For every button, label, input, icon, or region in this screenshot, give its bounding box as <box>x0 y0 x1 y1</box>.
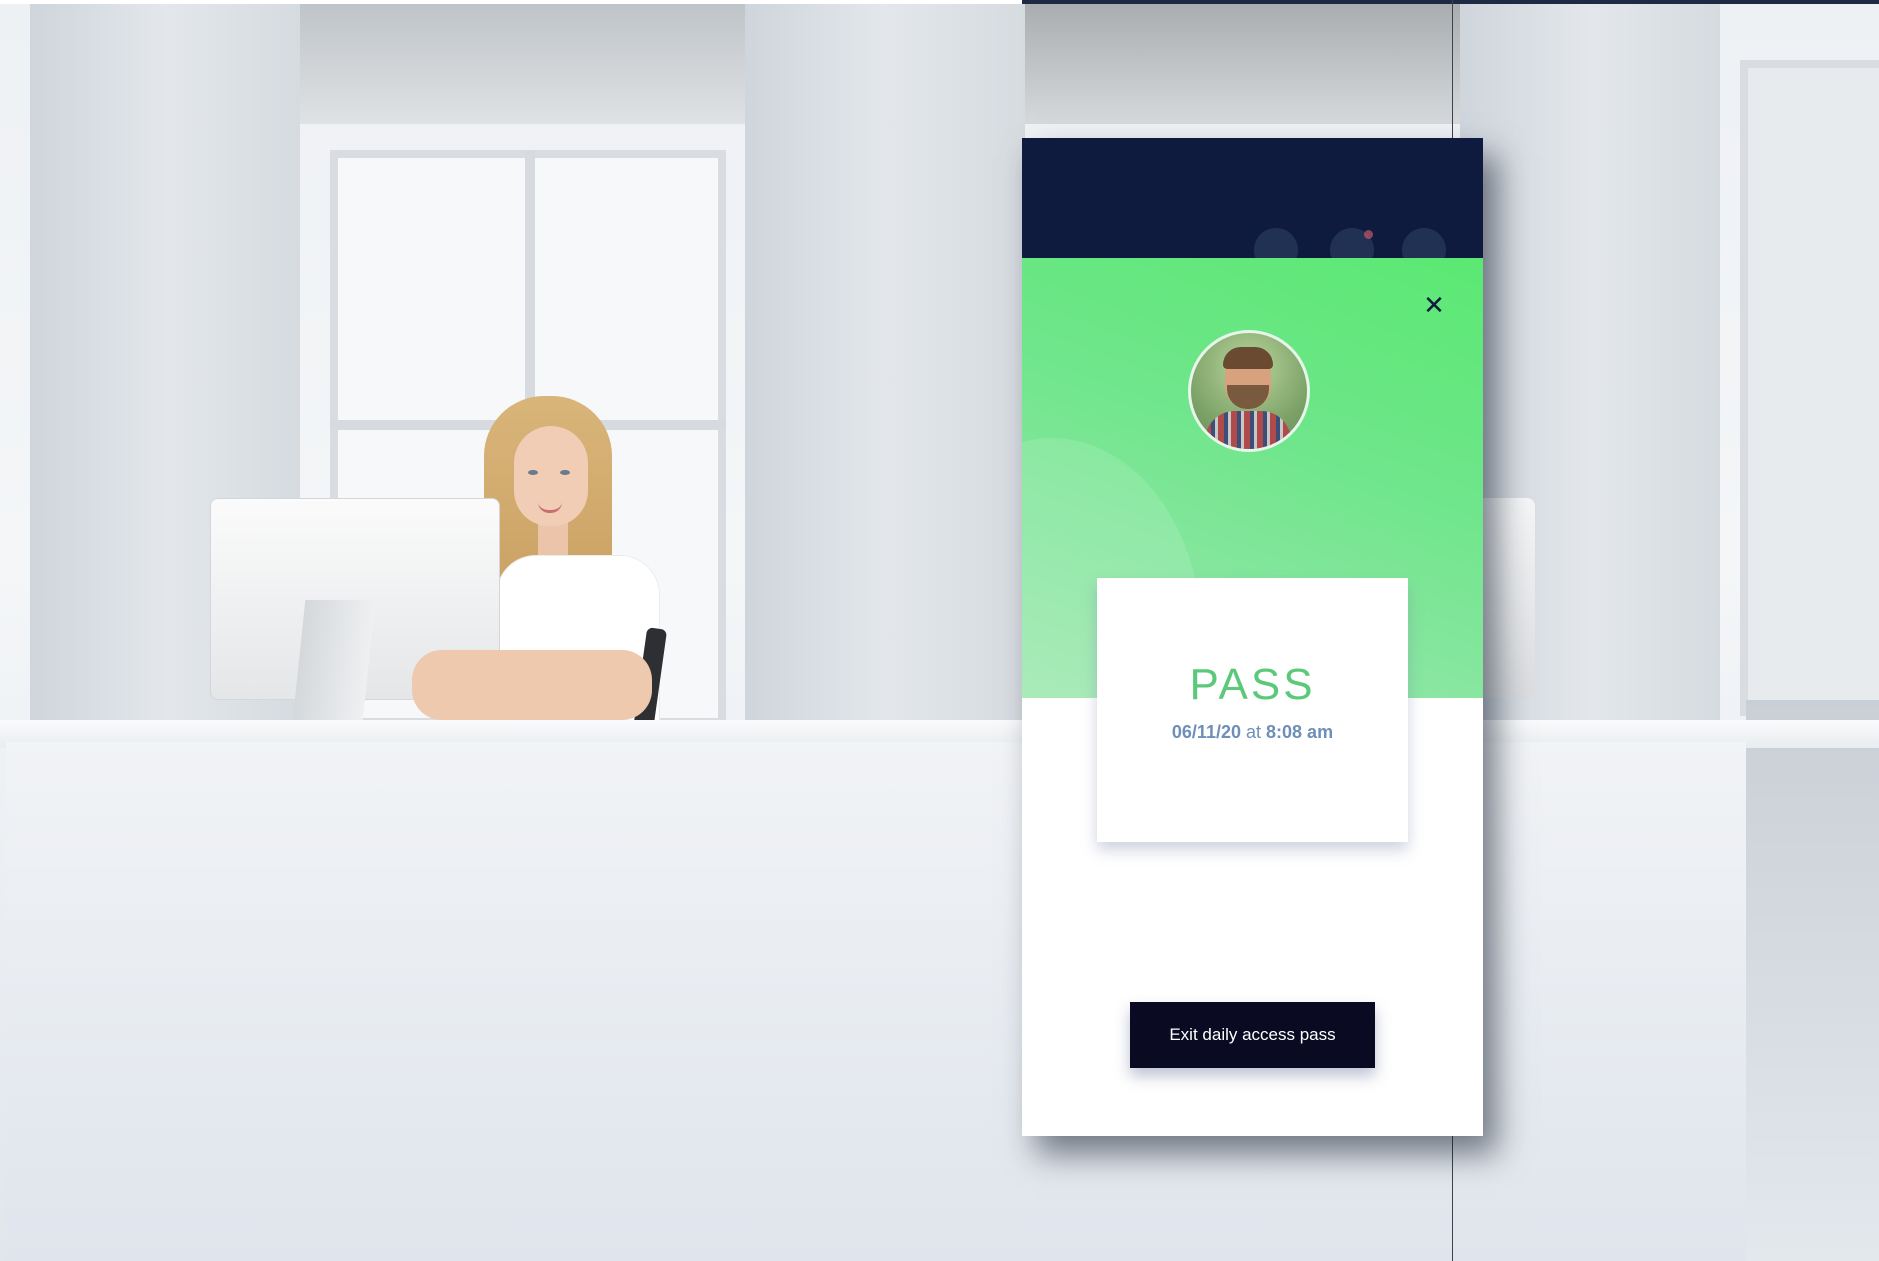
floor <box>1746 700 1879 1261</box>
access-pass-modal: ✕ PARKER LAWSON EQUITA COMPANY PASS 06/1… <box>1022 138 1483 1136</box>
close-icon[interactable]: ✕ <box>1420 291 1448 321</box>
monitor-right <box>1480 498 1535 698</box>
office-background <box>0 0 1879 1261</box>
pass-status: PASS <box>1189 660 1316 709</box>
receptionist-neck <box>538 520 568 560</box>
pillar <box>745 4 1025 744</box>
avatar-beard <box>1227 385 1269 409</box>
pass-date: 06/11/20 <box>1171 722 1241 742</box>
avatar <box>1188 330 1310 452</box>
pass-card: PASS 06/11/20 at 8:08 am <box>1097 578 1408 842</box>
ceiling <box>300 4 745 124</box>
receptionist-arms <box>412 650 652 720</box>
pass-time: 8:08 am <box>1266 722 1334 742</box>
receptionist-eye <box>528 470 538 475</box>
modal-header <box>1022 138 1483 272</box>
receptionist-eye <box>560 470 570 475</box>
ceiling-right <box>1025 4 1460 124</box>
window <box>1740 60 1879 716</box>
avatar-hair <box>1223 347 1273 369</box>
pass-timestamp: 06/11/20 at 8:08 am <box>1097 722 1408 743</box>
exit-pass-button[interactable]: Exit daily access pass <box>1130 1002 1375 1068</box>
pass-at: at <box>1246 722 1262 742</box>
monitor-stand <box>290 600 376 740</box>
avatar-shirt <box>1205 411 1291 449</box>
notification-dot <box>1364 230 1373 239</box>
reception-desk <box>6 742 1746 1261</box>
